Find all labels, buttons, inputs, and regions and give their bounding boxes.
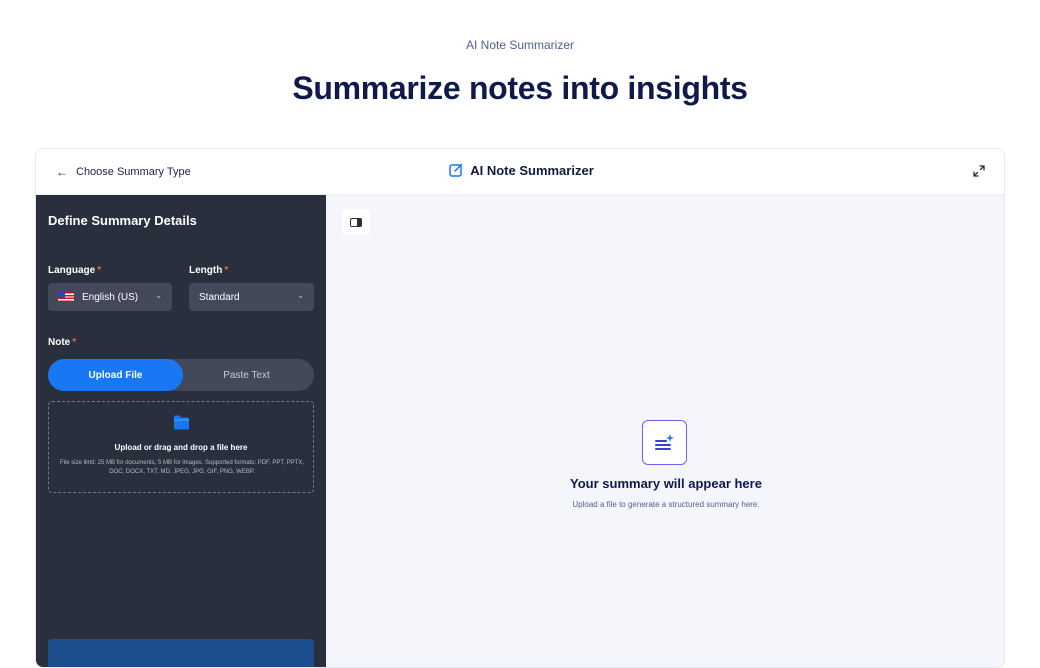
top-bar: ← Choose Summary Type AI Note Summarizer [36, 149, 1004, 195]
language-value: English (US) [82, 291, 139, 303]
length-label: Length * [189, 265, 228, 276]
app-title-text: AI Note Summarizer [470, 162, 594, 178]
sidebar: Define Summary Details Language * English… [36, 195, 326, 667]
page-headline: Summarize notes into insights [292, 70, 748, 106]
language-select[interactable]: English (US) ⌄ [48, 283, 172, 311]
tab-paste-text[interactable]: Paste Text [179, 359, 314, 391]
summarize-button[interactable] [48, 639, 314, 667]
page-eyebrow: AI Note Summarizer [465, 38, 575, 52]
file-dropzone[interactable]: Upload or drag and drop a file here File… [48, 401, 314, 493]
required-mark: * [72, 337, 77, 348]
chevron-down-icon: ⌄ [297, 291, 304, 300]
length-select[interactable]: Standard ⌄ [189, 283, 314, 311]
summary-sparkle-icon [642, 420, 687, 465]
required-mark: * [97, 265, 102, 276]
length-label-text: Length [189, 265, 223, 276]
app-title: AI Note Summarizer [36, 162, 1004, 178]
edit-icon [449, 163, 463, 177]
dropzone-title: Upload or drag and drop a file here [114, 443, 248, 452]
us-flag-icon [58, 292, 74, 302]
language-label-text: Language [48, 265, 96, 276]
expand-icon[interactable] [972, 164, 986, 178]
language-label: Language * [48, 265, 101, 276]
result-panel: Your summary will appear here Upload a f… [326, 195, 1004, 667]
chevron-down-icon: ⌄ [155, 291, 162, 300]
summarizer-app: ← Choose Summary Type AI Note Summarizer… [35, 148, 1005, 668]
dropzone-hint: File size limit: 25 MB for documents, 5 … [59, 460, 305, 475]
empty-state-title: Your summary will appear here [570, 476, 762, 491]
empty-state-subtitle: Upload a file to generate a structured s… [572, 500, 760, 509]
note-source-toggle: Upload File Paste Text [48, 359, 314, 391]
tab-upload-file[interactable]: Upload File [48, 359, 183, 391]
required-mark: * [224, 265, 229, 276]
length-value: Standard [199, 291, 240, 303]
sidebar-title: Define Summary Details [48, 213, 197, 228]
folder-icon [174, 415, 189, 430]
note-label-text: Note [48, 337, 71, 348]
note-label: Note * [48, 337, 76, 348]
panel-toggle-icon [350, 217, 362, 227]
panel-toggle-button[interactable] [342, 209, 370, 235]
